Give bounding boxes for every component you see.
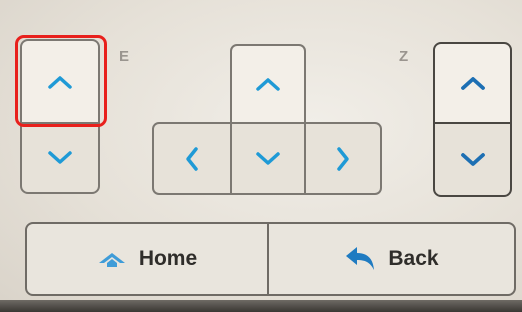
home-icon: [98, 253, 125, 267]
back-button[interactable]: Back: [267, 222, 516, 296]
chevron-down-icon: [460, 152, 485, 166]
chevron-up-icon: [48, 75, 72, 89]
e-axis-label: E: [119, 48, 130, 65]
back-label: Back: [388, 247, 439, 270]
back-arrow-icon: [346, 247, 375, 270]
touch-screen: E Z Home Back: [0, 0, 522, 312]
x-left-button[interactable]: [152, 122, 232, 195]
screen-bezel: [0, 300, 522, 312]
home-label: Home: [138, 247, 198, 270]
chevron-left-icon: [186, 146, 198, 171]
z-down-button[interactable]: [433, 122, 512, 197]
e-up-button[interactable]: [20, 39, 100, 124]
chevron-up-icon: [460, 77, 485, 90]
e-down-button[interactable]: [20, 122, 100, 194]
z-up-button[interactable]: [433, 42, 512, 124]
x-right-button[interactable]: [304, 122, 382, 195]
chevron-down-icon: [48, 151, 72, 164]
chevron-down-icon: [256, 151, 280, 165]
home-button[interactable]: Home: [25, 222, 269, 296]
chevron-right-icon: [337, 146, 349, 171]
y-up-button[interactable]: [230, 44, 306, 124]
z-axis-label: Z: [399, 48, 409, 65]
chevron-up-icon: [256, 78, 280, 91]
y-down-button[interactable]: [230, 122, 306, 195]
